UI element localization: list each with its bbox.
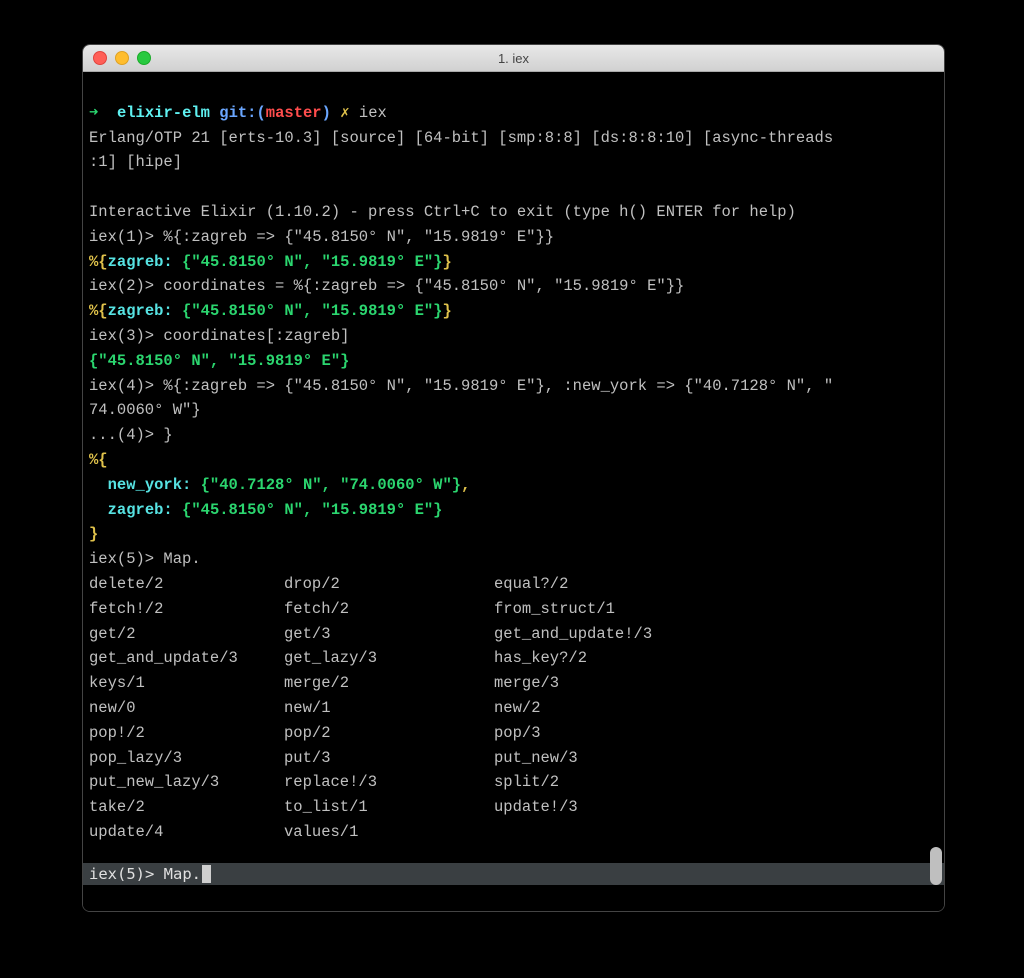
completion-row: get/2get/3get_and_update!/3	[89, 622, 938, 647]
iex-2-output-close: }	[442, 302, 451, 320]
titlebar: 1. iex	[83, 45, 944, 72]
iex-2-input: iex(2)> coordinates = %{:zagreb => {"45.…	[89, 277, 684, 295]
completion-item: values/1	[284, 820, 494, 845]
completion-item: equal?/2	[494, 572, 938, 597]
prompt-git-label: git:(	[219, 104, 266, 122]
active-prompt-text: iex(5)> Map.	[89, 865, 201, 883]
completion-item: replace!/3	[284, 770, 494, 795]
iex-1-output-key: zagreb:	[108, 253, 173, 271]
completion-item: pop/2	[284, 721, 494, 746]
completion-item: put_new_lazy/3	[89, 770, 284, 795]
completion-item: get_lazy/3	[284, 646, 494, 671]
completion-item: fetch!/2	[89, 597, 284, 622]
bottom-pad	[83, 885, 944, 911]
prompt-arrow-icon: ➜	[89, 104, 98, 122]
completion-item: merge/3	[494, 671, 938, 696]
iex-1-output-close: }	[442, 253, 451, 271]
iex-1-input: iex(1)> %{:zagreb => {"45.8150° N", "15.…	[89, 228, 554, 246]
command-text: iex	[359, 104, 387, 122]
completion-row: take/2to_list/1update!/3	[89, 795, 938, 820]
completion-item: fetch/2	[284, 597, 494, 622]
elixir-intro: Interactive Elixir (1.10.2) - press Ctrl…	[89, 203, 796, 221]
completion-item: get_and_update!/3	[494, 622, 938, 647]
completion-row: pop_lazy/3put/3put_new/3	[89, 746, 938, 771]
completion-row: keys/1merge/2merge/3	[89, 671, 938, 696]
iex-2-output-open: %{	[89, 302, 108, 320]
completion-item: pop_lazy/3	[89, 746, 284, 771]
prompt-branch: master	[266, 104, 322, 122]
completion-row: get_and_update/3get_lazy/3has_key?/2	[89, 646, 938, 671]
completion-item: update/4	[89, 820, 284, 845]
map-za-val: {"45.8150° N", "15.9819° E"}	[173, 501, 443, 519]
map-open: %{	[89, 451, 108, 469]
completion-item: new/0	[89, 696, 284, 721]
iex-3-input: iex(3)> coordinates[:zagreb]	[89, 327, 349, 345]
close-icon[interactable]	[93, 51, 107, 65]
map-za-key: zagreb:	[108, 501, 173, 519]
completion-item: put/3	[284, 746, 494, 771]
prompt-git-close: )	[322, 104, 331, 122]
completion-item: merge/2	[284, 671, 494, 696]
completion-item: get/2	[89, 622, 284, 647]
iex-3-output: {"45.8150° N", "15.9819° E"}	[89, 352, 349, 370]
active-prompt[interactable]: iex(5)> Map.	[83, 863, 944, 885]
map-ny-pad	[89, 476, 108, 494]
completion-item: keys/1	[89, 671, 284, 696]
iex-1-output-open: %{	[89, 253, 108, 271]
map-ny-comma: ,	[461, 476, 470, 494]
completion-item: pop!/2	[89, 721, 284, 746]
completion-row: fetch!/2fetch/2from_struct/1	[89, 597, 938, 622]
iex-1-output-val: {"45.8150° N", "15.9819° E"}	[173, 253, 443, 271]
completion-row: delete/2drop/2equal?/2	[89, 572, 938, 597]
iex-4-input-c: ...(4)> }	[89, 426, 173, 444]
prompt-dirty-icon: ✗	[340, 104, 349, 122]
iex-4-input-a: iex(4)> %{:zagreb => {"45.8150° N", "15.…	[89, 377, 833, 395]
completion-item: update!/3	[494, 795, 938, 820]
completion-item: from_struct/1	[494, 597, 938, 622]
terminal-window: 1. iex ➜ elixir-elm git:(master) ✗ iex E…	[82, 44, 945, 912]
scrollbar-thumb[interactable]	[930, 847, 942, 885]
map-ny-key: new_york:	[108, 476, 192, 494]
completion-item: get/3	[284, 622, 494, 647]
traffic-lights	[93, 51, 151, 65]
completion-item: put_new/3	[494, 746, 938, 771]
minimize-icon[interactable]	[115, 51, 129, 65]
completion-item: drop/2	[284, 572, 494, 597]
completion-item: delete/2	[89, 572, 284, 597]
map-ny-val: {"40.7128° N", "74.0060° W"}	[191, 476, 461, 494]
scrollbar[interactable]	[928, 72, 942, 885]
completion-item: split/2	[494, 770, 938, 795]
iex-2-output-val: {"45.8150° N", "15.9819° E"}	[173, 302, 443, 320]
iex-5-input: iex(5)> Map.	[89, 550, 201, 568]
erlang-banner-1: Erlang/OTP 21 [erts-10.3] [source] [64-b…	[89, 129, 833, 147]
map-za-pad	[89, 501, 108, 519]
completion-row: pop!/2pop/2pop/3	[89, 721, 938, 746]
terminal-area[interactable]: ➜ elixir-elm git:(master) ✗ iex Erlang/O…	[83, 72, 944, 911]
completion-item: new/2	[494, 696, 938, 721]
erlang-banner-2: :1] [hipe]	[89, 153, 182, 171]
map-close: }	[89, 525, 98, 543]
maximize-icon[interactable]	[137, 51, 151, 65]
completion-item: get_and_update/3	[89, 646, 284, 671]
completion-item: take/2	[89, 795, 284, 820]
completion-item: pop/3	[494, 721, 938, 746]
iex-2-output-key: zagreb:	[108, 302, 173, 320]
completion-item: to_list/1	[284, 795, 494, 820]
completion-row: update/4values/1	[89, 820, 938, 845]
completion-row: put_new_lazy/3replace!/3split/2	[89, 770, 938, 795]
iex-4-input-b: 74.0060° W"}	[89, 401, 201, 419]
terminal-output[interactable]: ➜ elixir-elm git:(master) ✗ iex Erlang/O…	[83, 72, 944, 863]
completion-item: has_key?/2	[494, 646, 938, 671]
completion-item: new/1	[284, 696, 494, 721]
completion-row: new/0new/1new/2	[89, 696, 938, 721]
prompt-dir: elixir-elm	[117, 104, 210, 122]
completion-item	[494, 820, 938, 845]
cursor-icon	[202, 865, 211, 883]
window-title: 1. iex	[83, 51, 944, 66]
